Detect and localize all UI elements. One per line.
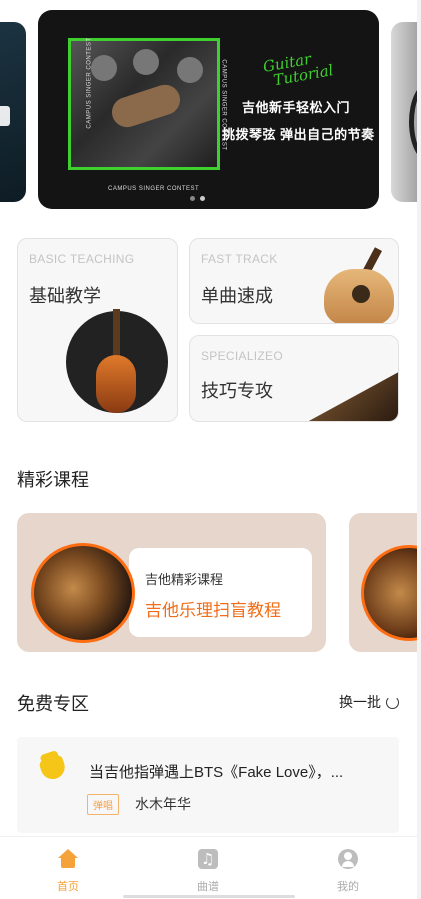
refresh-icon [386, 695, 399, 709]
electric-guitar-illustration [96, 309, 136, 415]
free-item-tag: 弹唱 [87, 794, 119, 815]
tab-music-score[interactable]: 曲谱 [168, 849, 248, 894]
course-thumbnail [361, 545, 421, 641]
scrollbar-track [417, 0, 421, 899]
free-list-item[interactable]: 当吉他指弹遇上BTS《Fake Love》，... 弹唱 水木年华 [17, 737, 399, 833]
section-title-courses: 精彩课程 [17, 470, 89, 490]
banner-subline: 挑拨琴弦 弹出自己的节奏 [222, 127, 375, 142]
category-basic-teaching[interactable]: BASIC TEACHING 基础教学 [17, 238, 178, 422]
refresh-batch-button[interactable]: 换一批 [339, 692, 399, 712]
category-fast-track[interactable]: FAST TRACK 单曲速成 [189, 238, 399, 324]
user-icon [338, 849, 358, 869]
course-title: 吉他乐理扫盲教程 [145, 601, 281, 620]
guitar-hand-illustration [307, 372, 398, 421]
free-item-title: 当吉他指弹遇上BTS《Fake Love》，... [89, 764, 344, 781]
bottom-tab-bar: 首页 曲谱 我的 [0, 836, 421, 899]
tab-label: 我的 [337, 881, 359, 893]
acoustic-guitar-illustration [304, 247, 398, 323]
banner-headline: 吉他新手轻松入门 [242, 100, 351, 115]
home-indicator [123, 895, 295, 898]
home-icon [58, 849, 78, 869]
tab-label: 曲谱 [197, 881, 219, 893]
course-card[interactable]: 吉他精彩课程 吉他乐理扫盲教程 [17, 513, 326, 652]
section-title-free: 免费专区 [17, 694, 89, 714]
course-thumbnail [31, 543, 135, 643]
music-score-icon [198, 849, 218, 869]
refresh-label: 换一批 [339, 694, 381, 710]
category-en-label: SPECIALIZEO [201, 349, 283, 363]
banner-slide[interactable]: CAMPUS SINGER CONTEST CAMPUS SINGER CONT… [38, 10, 379, 209]
course-subtitle: 吉他精彩课程 [145, 572, 224, 587]
banner-carousel[interactable]: CAMPUS SINGER CONTEST CAMPUS SINGER CONT… [0, 8, 421, 210]
guitar-tutorial-logo: Guitar Tutorial [261, 49, 335, 90]
category-en-label: FAST TRACK [201, 252, 278, 266]
contest-text: CAMPUS SINGER CONTEST [108, 186, 200, 192]
waving-hand-icon [38, 753, 68, 783]
tab-label: 首页 [57, 881, 79, 893]
carousel-indicator [190, 196, 205, 201]
tab-mine[interactable]: 我的 [308, 849, 388, 894]
carousel-dot-active[interactable] [200, 196, 205, 201]
course-card-next[interactable] [349, 513, 421, 652]
carousel-dot[interactable] [190, 196, 195, 201]
category-zh-label: 技巧专攻 [201, 381, 273, 401]
category-zh-label: 基础教学 [29, 286, 101, 306]
category-zh-label: 单曲速成 [201, 286, 273, 306]
banner-prev-slide[interactable] [0, 22, 26, 202]
tab-home[interactable]: 首页 [28, 849, 108, 894]
category-specialized[interactable]: SPECIALIZEO 技巧专攻 [189, 335, 399, 422]
contest-text: CAMPUS SINGER CONTEST [86, 37, 93, 129]
category-en-label: BASIC TEACHING [29, 252, 135, 266]
course-info: 吉他精彩课程 吉他乐理扫盲教程 [129, 548, 312, 637]
free-item-author: 水木年华 [135, 796, 191, 812]
